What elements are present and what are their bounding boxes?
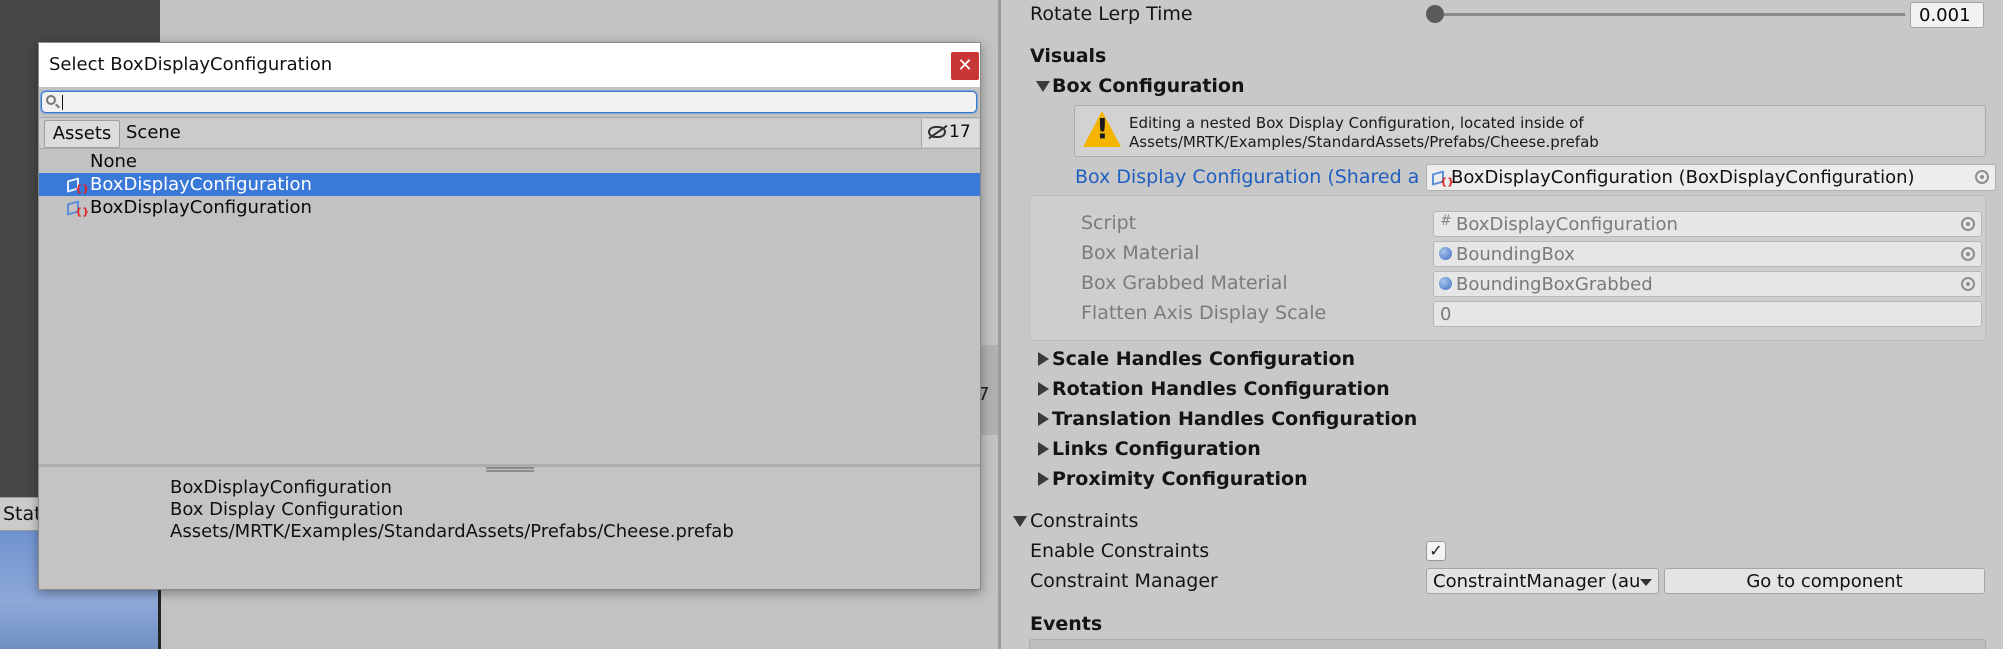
scale-handles-foldout-icon[interactable]	[1038, 352, 1049, 366]
rotation-handles-header[interactable]: Rotation Handles Configuration	[1052, 378, 1390, 400]
status-tab-label: Stat	[3, 503, 42, 525]
list-item-label: None	[90, 151, 137, 172]
constraint-manager-value: ConstraintManager (au	[1433, 571, 1641, 592]
window-title: Select BoxDisplayConfiguration	[49, 54, 333, 75]
box-grabbed-material-field[interactable]: BoundingBoxGrabbed	[1433, 271, 1982, 297]
constraints-header[interactable]: Constraints	[1030, 510, 1138, 532]
rotate-lerp-label: Rotate Lerp Time	[1030, 3, 1193, 25]
script-hash-icon: #	[1440, 213, 1452, 229]
hidden-packages-toggle[interactable]: 17	[921, 119, 979, 147]
warning-exclamation-icon: !	[1096, 112, 1109, 145]
rotation-handles-foldout-icon[interactable]	[1038, 382, 1049, 396]
shared-asset-object-field[interactable]: {} BoxDisplayConfiguration (BoxDisplayCo…	[1426, 164, 1996, 191]
picker-tabbar: Assets Scene 17	[39, 117, 980, 149]
tab-scene[interactable]: Scene	[126, 122, 181, 143]
flatten-axis-label: Flatten Axis Display Scale	[1081, 302, 1327, 324]
events-header: Events	[1030, 613, 1103, 635]
object-picker-icon[interactable]	[1961, 217, 1975, 231]
list-item-label: BoxDisplayConfiguration	[90, 174, 312, 195]
links-config-header[interactable]: Links Configuration	[1052, 438, 1261, 460]
object-picker-icon[interactable]	[1961, 277, 1975, 291]
text-caret	[62, 95, 63, 110]
material-sphere-icon	[1439, 277, 1452, 290]
flatten-axis-field[interactable]: 0	[1433, 301, 1982, 327]
preview-asset-type: Box Display Configuration	[170, 499, 404, 520]
constraints-foldout-icon[interactable]	[1013, 516, 1027, 527]
object-picker-window: Select BoxDisplayConfiguration ✕ Assets …	[38, 42, 981, 590]
preview-asset-path: Assets/MRTK/Examples/StandardAssets/Pref…	[170, 521, 734, 542]
list-item[interactable]: {} BoxDisplayConfiguration	[39, 196, 980, 219]
scale-handles-header[interactable]: Scale Handles Configuration	[1052, 348, 1355, 370]
links-config-foldout-icon[interactable]	[1038, 442, 1049, 456]
window-titlebar[interactable]: Select BoxDisplayConfiguration ✕	[39, 43, 980, 87]
close-button[interactable]: ✕	[951, 52, 979, 80]
constraint-manager-dropdown[interactable]: ConstraintManager (au	[1426, 568, 1659, 594]
translation-handles-foldout-icon[interactable]	[1038, 412, 1049, 426]
tab-assets[interactable]: Assets	[44, 120, 120, 148]
list-item-label: BoxDisplayConfiguration	[90, 197, 312, 218]
box-grabbed-material-value: BoundingBoxGrabbed	[1456, 274, 1653, 295]
hidden-count: 17	[949, 122, 971, 142]
enable-constraints-checkbox[interactable]: ✓	[1426, 541, 1446, 561]
rotate-lerp-slider-handle[interactable]	[1426, 5, 1444, 23]
warning-text-line1: Editing a nested Box Display Configurati…	[1129, 114, 1584, 132]
shared-asset-value: BoxDisplayConfiguration (BoxDisplayConfi…	[1451, 167, 1915, 188]
scriptable-object-icon: {}	[65, 176, 89, 195]
box-material-field[interactable]: BoundingBox	[1433, 241, 1982, 267]
events-list	[1029, 639, 1986, 649]
list-item-selected[interactable]: {} BoxDisplayConfiguration	[39, 173, 980, 196]
inspector-panel: Rotate Lerp Time 0.001 Visuals Box Confi…	[1001, 0, 2003, 649]
script-label: Script	[1081, 212, 1137, 234]
chevron-down-icon	[1640, 579, 1652, 586]
scriptable-object-icon: {}	[65, 199, 89, 218]
constraint-manager-label: Constraint Manager	[1030, 570, 1218, 592]
object-picker-icon[interactable]	[1975, 170, 1989, 184]
translation-handles-header[interactable]: Translation Handles Configuration	[1052, 408, 1417, 430]
preview-asset-name: BoxDisplayConfiguration	[170, 477, 392, 498]
list-item-none[interactable]: None	[39, 150, 980, 173]
box-grabbed-material-label: Box Grabbed Material	[1081, 272, 1288, 294]
rotate-lerp-slider-track[interactable]	[1435, 13, 1905, 16]
proximity-config-header[interactable]: Proximity Configuration	[1052, 468, 1308, 490]
scriptable-object-icon: {}	[1430, 169, 1454, 188]
nested-asset-warning: ! Editing a nested Box Display Configura…	[1074, 105, 1986, 157]
flatten-axis-value: 0	[1440, 304, 1452, 325]
script-field: # BoxDisplayConfiguration	[1433, 211, 1982, 237]
material-sphere-icon	[1439, 247, 1452, 260]
proximity-config-foldout-icon[interactable]	[1038, 472, 1049, 486]
search-icon	[46, 95, 56, 105]
box-config-foldout-icon[interactable]	[1036, 81, 1050, 92]
asset-list: None {} BoxDisplayConfiguration {} BoxDi…	[39, 150, 980, 504]
enable-constraints-label: Enable Constraints	[1030, 540, 1210, 562]
script-value: BoxDisplayConfiguration	[1456, 214, 1678, 235]
box-config-header[interactable]: Box Configuration	[1052, 75, 1245, 97]
object-picker-icon[interactable]	[1961, 247, 1975, 261]
shared-asset-label: Box Display Configuration (Shared asse	[1075, 166, 1419, 188]
go-to-component-button[interactable]: Go to component	[1664, 568, 1985, 594]
rotate-lerp-value-field[interactable]: 0.001	[1910, 2, 1984, 28]
asset-preview-panel: BoxDisplayConfiguration Box Display Conf…	[39, 472, 980, 589]
eye-slash-icon	[928, 126, 946, 138]
checkmark-icon: ✓	[1429, 541, 1443, 560]
close-icon: ✕	[957, 55, 973, 76]
box-material-label: Box Material	[1081, 242, 1200, 264]
warning-text-line2: Assets/MRTK/Examples/StandardAssets/Pref…	[1129, 133, 1599, 151]
search-input[interactable]	[41, 91, 977, 113]
box-material-value: BoundingBox	[1456, 244, 1575, 265]
visuals-header: Visuals	[1030, 45, 1107, 67]
